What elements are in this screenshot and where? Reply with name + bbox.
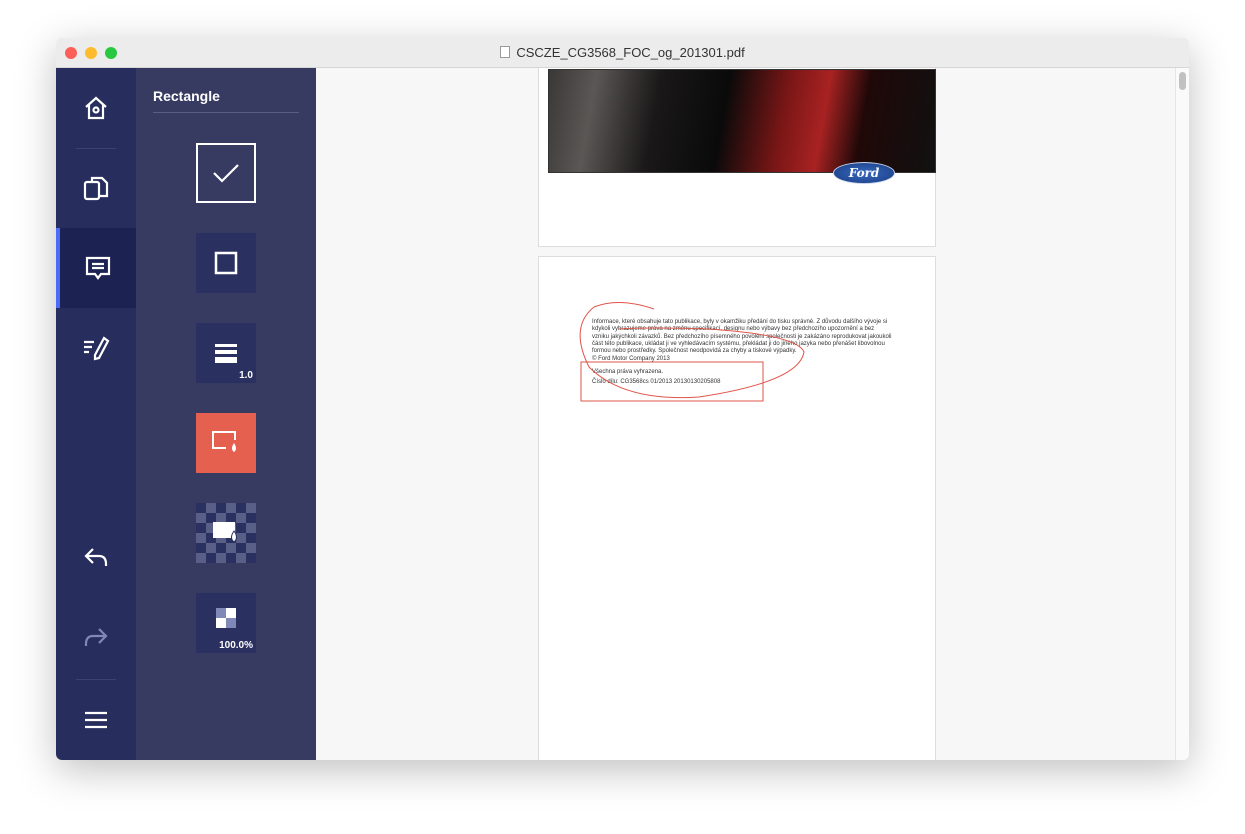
stroke-color-icon: [212, 431, 236, 452]
pen-list-icon: [84, 336, 110, 361]
checkmark-icon: [213, 164, 239, 183]
shape-rectangle-button[interactable]: [196, 233, 256, 293]
cover-image: [548, 69, 936, 173]
pages-icon: [83, 176, 109, 201]
pdf-page-1: Ford: [538, 68, 936, 247]
ink-annotation[interactable]: [539, 257, 937, 417]
nav-pages[interactable]: [56, 148, 136, 228]
close-button[interactable]: [65, 47, 77, 59]
tool-panel: Rectangle 1.0 100.0%: [136, 68, 316, 760]
hamburger-icon: [85, 711, 107, 729]
app-window: CSCZE_CG3568_FOC_og_201301.pdf Rectangle…: [56, 38, 1189, 760]
opacity-icon: [216, 608, 236, 628]
window-title: CSCZE_CG3568_FOC_og_201301.pdf: [516, 45, 745, 60]
fill-color-button[interactable]: [196, 503, 256, 563]
nav-comments[interactable]: [56, 228, 136, 308]
redo-button[interactable]: [56, 598, 136, 678]
zoom-button[interactable]: [105, 47, 117, 59]
home-icon: [85, 96, 107, 120]
ford-logo: Ford: [833, 162, 895, 184]
panel-title: Rectangle: [153, 88, 220, 104]
comment-icon: [85, 256, 111, 280]
confirm-button[interactable]: [196, 143, 256, 203]
document-viewer[interactable]: Ford Informace, které obsahuje tato publ…: [316, 68, 1175, 760]
opacity-button[interactable]: 100.0%: [196, 593, 256, 653]
line-weight-icon: [215, 344, 237, 363]
nav-signature[interactable]: [56, 308, 136, 388]
menu-button[interactable]: [56, 680, 136, 760]
undo-button[interactable]: [56, 518, 136, 598]
pdf-page-2: Informace, které obsahuje tato publikace…: [538, 256, 936, 760]
left-nav: [56, 68, 136, 760]
pdf-file-icon: [500, 46, 511, 58]
undo-icon: [84, 548, 108, 566]
minimize-button[interactable]: [85, 47, 97, 59]
vertical-scrollbar[interactable]: [1175, 68, 1189, 760]
fill-color-icon: [213, 522, 237, 543]
rectangle-icon: [214, 251, 238, 275]
stroke-color-button[interactable]: [196, 413, 256, 473]
stroke-width-value: 1.0: [239, 370, 253, 381]
title-bar: CSCZE_CG3568_FOC_og_201301.pdf: [56, 38, 1189, 68]
scrollbar-thumb[interactable]: [1179, 72, 1186, 90]
opacity-value: 100.0%: [219, 640, 253, 651]
nav-home[interactable]: [56, 68, 136, 148]
redo-icon: [84, 628, 108, 646]
stroke-width-button[interactable]: 1.0: [196, 323, 256, 383]
